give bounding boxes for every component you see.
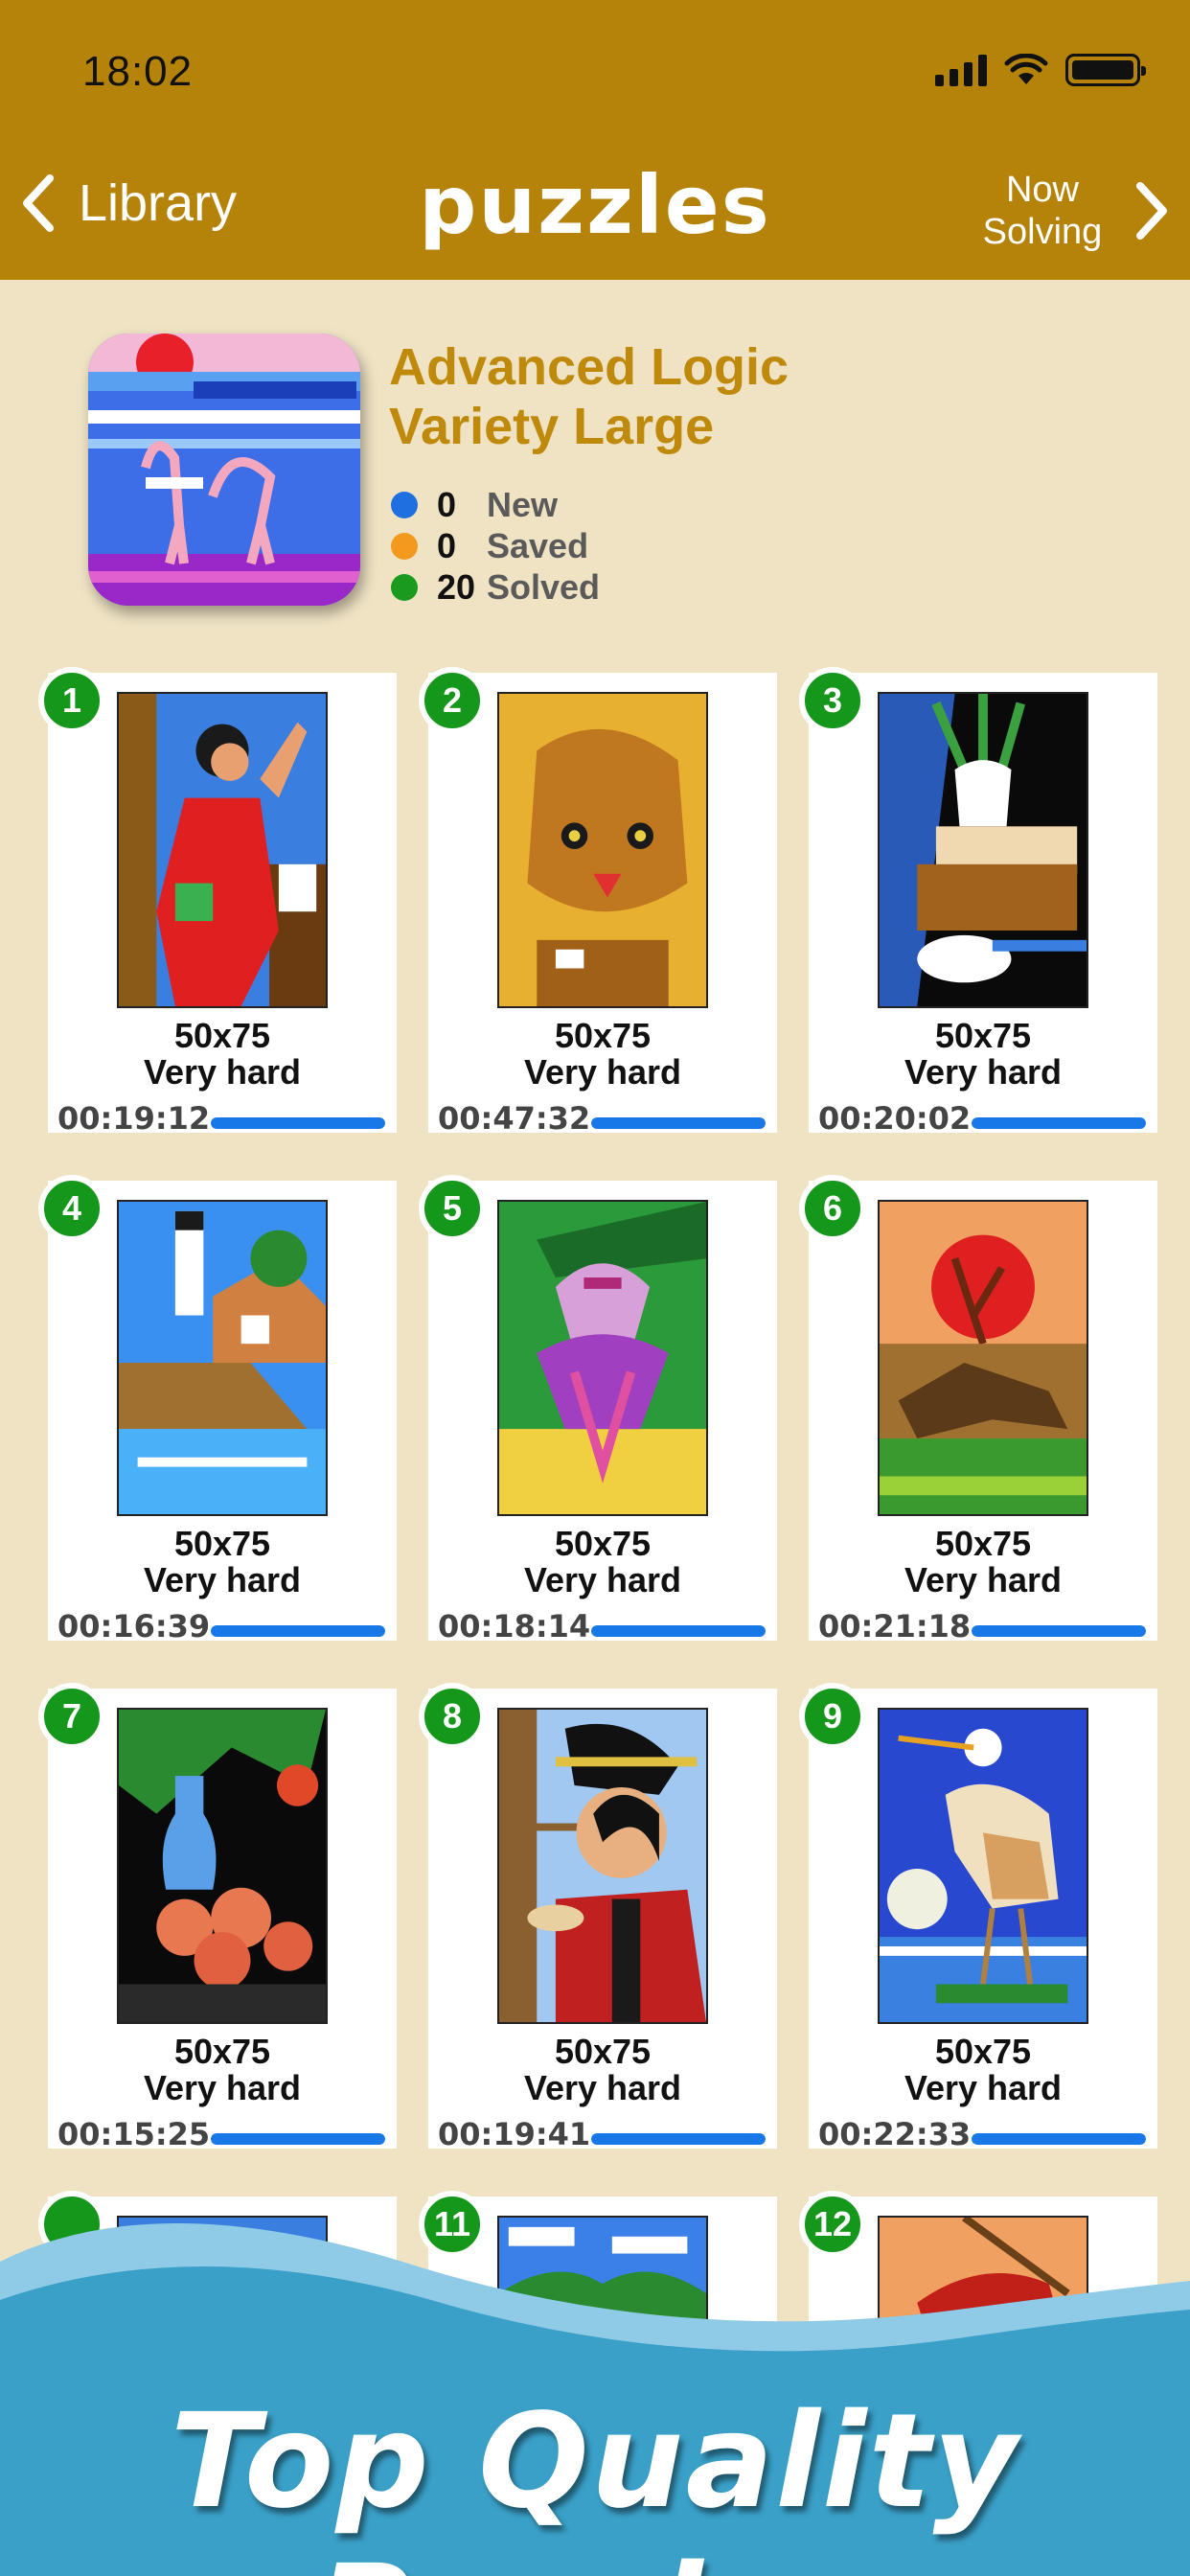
pack-stats: 0 New 0 Saved 20 Solved [391, 484, 600, 608]
puzzle-card[interactable]: 50x75 Very hard 00:15:25 [48, 1689, 397, 2152]
puzzle-number-badge: 8 [419, 1683, 486, 1750]
puzzle-number-badge: 4 [38, 1175, 105, 1242]
stat-solved: 20 Solved [391, 566, 600, 608]
puzzle-card[interactable]: 50x75 Very hard 00:18:14 [428, 1181, 777, 1644]
puzzle-progress-bar [591, 1117, 766, 1129]
puzzle-number-badge: 2 [419, 667, 486, 734]
puzzle-size: 50x75 [934, 2032, 1032, 2071]
status-icons [935, 54, 1146, 86]
puzzle-progress-bar [972, 1117, 1146, 1129]
puzzle-number-badge: 7 [38, 1683, 105, 1750]
puzzle-difficulty: Very hard [904, 1052, 1063, 1092]
puzzle-difficulty: Very hard [143, 2068, 302, 2107]
puzzle-thumbnail [878, 692, 1088, 1008]
puzzle-card[interactable]: 50x75 Very hard 00:16:39 [48, 1181, 397, 1644]
puzzle-size: 50x75 [173, 1016, 271, 1055]
promo-headline: Top Quality Puzzles [170, 2386, 1020, 2576]
stat-count: 0 [437, 484, 457, 524]
puzzle-progress-bar [591, 2133, 766, 2145]
puzzle-number-badge: 1 [38, 667, 105, 734]
battery-icon [1065, 54, 1146, 86]
puzzle-card[interactable]: 50x75 Very hard 00:47:32 [428, 673, 777, 1137]
pack-cover-image [88, 334, 360, 606]
puzzle-time: 00:16:39 [57, 1608, 211, 1644]
puzzle-thumbnail [878, 1708, 1088, 2024]
navigation-bar: 18:02 Library puzzles Now Solving [0, 0, 1190, 280]
puzzle-difficulty: Very hard [523, 2068, 682, 2107]
puzzle-card[interactable]: 50x75 Very hard 00:19:41 [428, 1689, 777, 2152]
puzzle-card[interactable]: 50x75 Very hard 00:20:02 [809, 673, 1157, 1137]
cellular-signal-icon [935, 54, 987, 86]
puzzle-difficulty: Very hard [523, 1560, 682, 1599]
puzzle-time: 00:15:25 [57, 2116, 211, 2152]
puzzle-size: 50x75 [554, 1016, 652, 1055]
puzzle-thumbnail [878, 1200, 1088, 1516]
puzzle-size: 50x75 [554, 2032, 652, 2071]
pack-title: Advanced Logic Variety Large [389, 338, 790, 455]
puzzle-card[interactable]: 50x75 Very hard 00:19:12 [48, 673, 397, 1137]
saved-status-dot-icon [391, 532, 418, 560]
puzzle-card[interactable]: 50x75 Very hard 00:21:18 [809, 1181, 1157, 1644]
stat-saved: 0 Saved [391, 525, 600, 566]
puzzle-size: 50x75 [934, 1524, 1032, 1563]
puzzle-progress-bar [211, 1625, 385, 1637]
stat-count: 0 [437, 525, 457, 565]
puzzle-thumbnail [497, 692, 708, 1008]
now-solving-button[interactable]: Now Solving [966, 169, 1173, 253]
puzzle-time: 00:19:12 [57, 1100, 211, 1137]
puzzle-size: 50x75 [173, 1524, 271, 1563]
puzzle-size: 50x75 [554, 1524, 652, 1563]
puzzle-time: 00:18:14 [438, 1608, 591, 1644]
puzzle-time: 00:22:33 [818, 2116, 972, 2152]
puzzle-difficulty: Very hard [523, 1052, 682, 1092]
puzzle-progress-bar [211, 2133, 385, 2145]
puzzle-size: 50x75 [173, 2032, 271, 2071]
puzzle-thumbnail [117, 692, 328, 1008]
puzzle-difficulty: Very hard [904, 1560, 1063, 1599]
stat-label: New [487, 484, 559, 524]
chevron-right-icon [1136, 182, 1167, 240]
now-solving-label: Now Solving [982, 170, 1103, 252]
puzzle-time: 00:47:32 [438, 1100, 591, 1137]
puzzle-thumbnail [117, 1200, 328, 1516]
puzzle-time: 00:21:18 [818, 1608, 972, 1644]
puzzle-progress-bar [211, 1117, 385, 1129]
status-time: 18:02 [82, 48, 194, 95]
puzzle-size: 50x75 [934, 1016, 1032, 1055]
puzzle-number-badge: 9 [799, 1683, 866, 1750]
puzzle-number-badge: 5 [419, 1175, 486, 1242]
puzzle-thumbnail [497, 1708, 708, 2024]
solved-status-dot-icon [391, 573, 418, 601]
puzzle-progress-bar [972, 2133, 1146, 2145]
wifi-icon [1004, 54, 1048, 84]
puzzle-thumbnail [117, 1708, 328, 2024]
puzzle-progress-bar [591, 1625, 766, 1637]
stat-count: 20 [437, 566, 476, 607]
puzzle-progress-bar [972, 1625, 1146, 1637]
puzzle-card[interactable]: 50x75 Very hard 00:22:33 [809, 1689, 1157, 2152]
new-status-dot-icon [391, 491, 418, 518]
puzzle-thumbnail [497, 1200, 708, 1516]
stat-new: 0 New [391, 484, 600, 525]
stat-label: Saved [487, 525, 589, 565]
puzzle-difficulty: Very hard [904, 2068, 1063, 2107]
puzzle-number-badge: 3 [799, 667, 866, 734]
puzzle-number-badge: 6 [799, 1175, 866, 1242]
puzzle-time: 00:19:41 [438, 2116, 591, 2152]
puzzle-time: 00:20:02 [818, 1100, 972, 1137]
stat-label: Solved [487, 566, 601, 607]
puzzle-difficulty: Very hard [143, 1052, 302, 1092]
puzzle-difficulty: Very hard [143, 1560, 302, 1599]
